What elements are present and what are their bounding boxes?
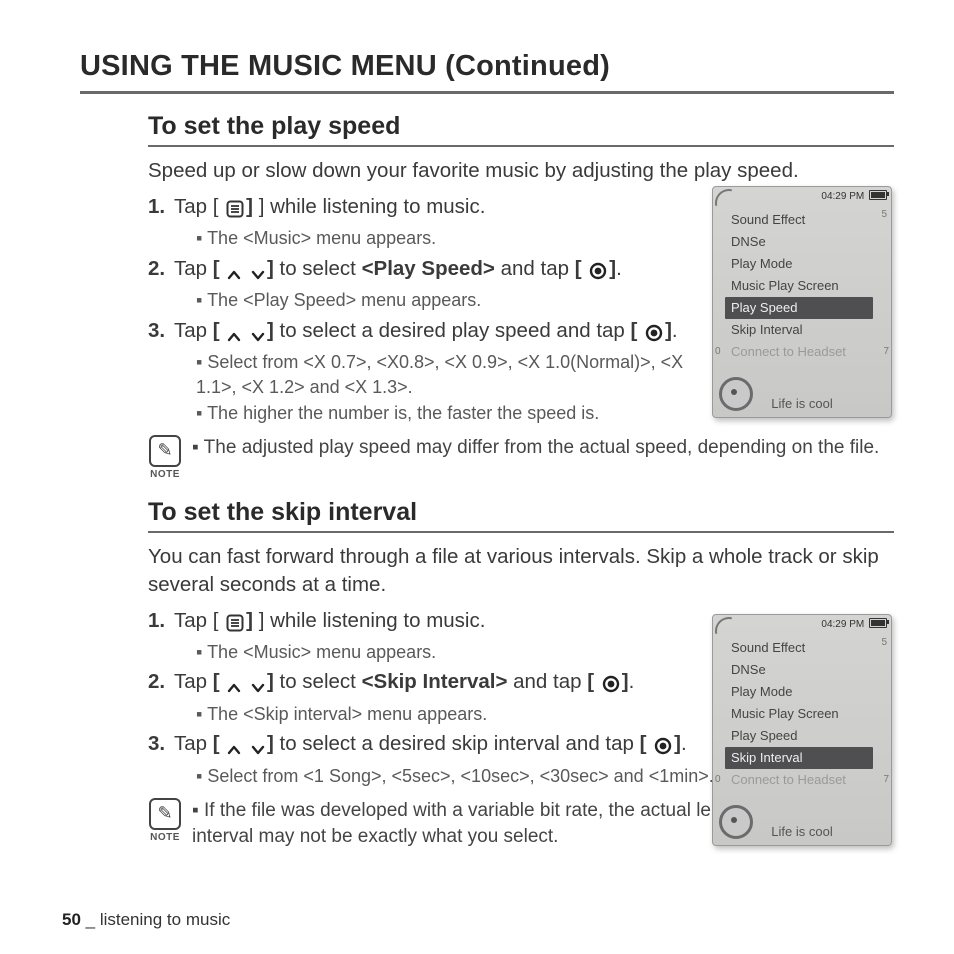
up-arrow-icon (227, 257, 241, 285)
up-arrow-icon (227, 670, 241, 698)
page-footer: 50 _ listening to music (62, 910, 230, 930)
down-arrow-icon (251, 670, 265, 698)
device-menu: Sound Effect DNSe Play Mode Music Play S… (725, 209, 873, 363)
menu-item-highlighted: Play Speed (725, 297, 873, 319)
menu-button-icon (226, 609, 244, 637)
menu-item: Skip Interval (725, 319, 873, 341)
note-icon: ✎ NOTE (148, 435, 182, 480)
down-arrow-icon (251, 732, 265, 760)
step-note: The higher the number is, the faster the… (196, 401, 714, 425)
ok-button-icon (589, 257, 607, 285)
menu-item: DNSe (725, 659, 873, 681)
menu-item: Sound Effect (725, 209, 873, 231)
ok-button-icon (645, 319, 663, 347)
step-3: 3. Tap [ ] to select a desired play spee… (174, 317, 714, 426)
menu-item: DNSe (725, 231, 873, 253)
ok-button-icon (602, 670, 620, 698)
battery-icon (869, 190, 887, 200)
device-screenshot-play-speed: 04:29 PM 5 Sound Effect DNSe Play Mode M… (712, 186, 892, 418)
menu-item: Play Mode (725, 681, 873, 703)
page-number: 50 (62, 910, 81, 929)
section-heading-play-speed: To set the play speed (148, 112, 894, 147)
note-row: ✎ NOTE The adjusted play speed may diffe… (148, 435, 894, 480)
step-note: Select from <X 0.7>, <X0.8>, <X 0.9>, <X… (196, 350, 714, 399)
section-intro: You can fast forward through a file at v… (148, 543, 894, 598)
page-title: USING THE MUSIC MENU (Continued) (80, 50, 894, 94)
step-1: 1. Tap [ ] ] while listening to music. T… (174, 607, 734, 665)
step-note: The <Music> menu appears. (196, 640, 734, 664)
clock: 04:29 PM (821, 619, 864, 630)
step-note: The <Skip interval> menu appears. (196, 702, 734, 726)
battery-icon (869, 618, 887, 628)
menu-item: Play Speed (725, 725, 873, 747)
menu-item-disabled: Connect to Headset (725, 769, 873, 791)
menu-item-disabled: Connect to Headset (725, 341, 873, 363)
menu-item: Sound Effect (725, 637, 873, 659)
note-icon: ✎ NOTE (148, 798, 182, 843)
step-note: The <Music> menu appears. (196, 226, 714, 250)
section-intro: Speed up or slow down your favorite musi… (148, 157, 894, 185)
step-1: 1. Tap [ ] ] while listening to music. T… (174, 193, 714, 251)
clock: 04:29 PM (821, 191, 864, 202)
menu-item: Music Play Screen (725, 275, 873, 297)
footer-section: listening to music (100, 910, 230, 929)
now-playing: Life is cool (713, 824, 891, 839)
ok-button-icon (654, 732, 672, 760)
menu-button-icon (226, 195, 244, 223)
down-arrow-icon (251, 257, 265, 285)
now-playing: Life is cool (713, 396, 891, 411)
menu-item: Music Play Screen (725, 703, 873, 725)
down-arrow-icon (251, 319, 265, 347)
up-arrow-icon (227, 732, 241, 760)
step-2: 2. Tap [ ] to select <Skip Interval> and… (174, 668, 734, 726)
device-screenshot-skip-interval: 04:29 PM 5 Sound Effect DNSe Play Mode M… (712, 614, 892, 846)
step-note: The <Play Speed> menu appears. (196, 288, 714, 312)
menu-item: Play Mode (725, 253, 873, 275)
menu-item-highlighted: Skip Interval (725, 747, 873, 769)
step-3: 3. Tap [ ] to select a desired skip inte… (174, 730, 734, 788)
up-arrow-icon (227, 319, 241, 347)
step-2: 2. Tap [ ] to select <Play Speed> and ta… (174, 255, 714, 313)
section-heading-skip-interval: To set the skip interval (148, 498, 894, 533)
device-menu: Sound Effect DNSe Play Mode Music Play S… (725, 637, 873, 791)
note-text: The adjusted play speed may differ from … (192, 435, 879, 461)
step-note: Select from <1 Song>, <5sec>, <10sec>, <… (196, 764, 734, 788)
